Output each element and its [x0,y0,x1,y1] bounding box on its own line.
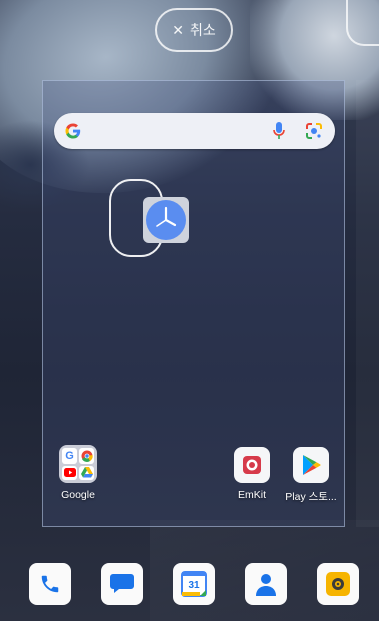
dock-messages[interactable] [101,563,143,605]
play-store-icon [293,447,329,483]
contacts-icon [256,574,276,596]
google-g-mini-icon: G [62,448,77,464]
cancel-label: 취소 [189,22,216,38]
mic-icon[interactable] [272,121,286,141]
messages-icon [110,574,134,593]
drive-icon [79,465,94,480]
dock-phone[interactable] [29,563,71,605]
calendar-icon: 31 [181,571,207,597]
next-page-preview[interactable] [356,80,379,527]
app-label: EmKit [237,489,266,501]
emkit-icon [234,447,270,483]
clock-widget[interactable] [143,197,189,243]
google-search-bar[interactable] [54,113,335,149]
cancel-button[interactable]: ✕ 취소 [155,8,233,52]
google-folder-icon: G [59,445,97,483]
dock-contacts[interactable] [245,563,287,605]
app-label: Play 스토... [285,491,337,503]
phone-icon [41,575,59,593]
next-page-card-edge[interactable] [346,0,379,46]
app-play-store[interactable]: Play 스토... [281,447,341,504]
youtube-icon [62,465,77,480]
lens-icon[interactable] [305,122,323,140]
dock-camera[interactable] [317,563,359,605]
google-g-icon [65,123,81,139]
app-label: Google [61,489,95,501]
clock-icon [146,200,186,240]
app-emkit[interactable]: EmKit [222,447,282,501]
svg-text:31: 31 [188,580,200,591]
camera-icon [326,572,350,596]
app-google-folder[interactable]: G Google [48,445,108,501]
close-icon: ✕ [172,21,184,38]
dock-calendar[interactable]: 31 [173,563,215,605]
chrome-icon [79,448,94,464]
